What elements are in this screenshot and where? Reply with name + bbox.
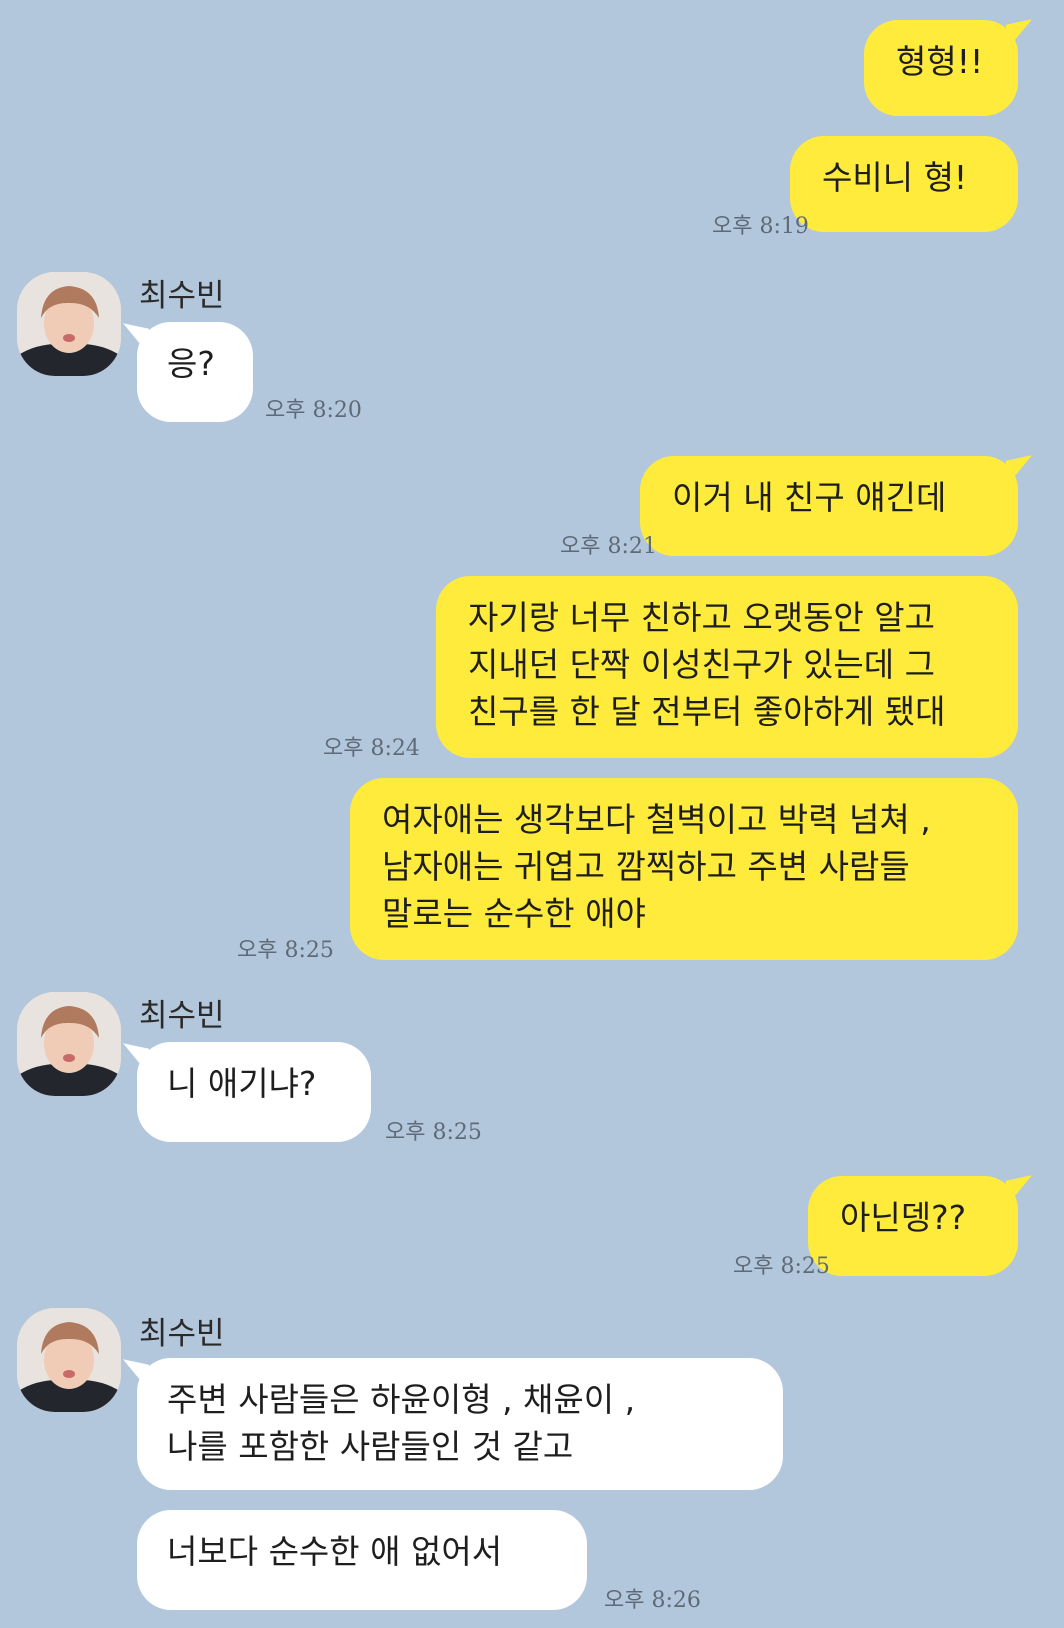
their-message-bubble[interactable]: 주변 사람들은 하윤이형 , 채윤이 , 나를 포함한 사람들인 것 같고 [137, 1358, 783, 1490]
avatar-photo-icon [17, 992, 121, 1096]
sender-name: 최수빈 [139, 278, 225, 314]
message-time: 오후 8:25 [733, 1254, 830, 1279]
message-time: 오후 8:26 [604, 1588, 701, 1613]
message-time: 오후 8:21 [560, 534, 657, 559]
message-time: 오후 8:24 [323, 736, 420, 761]
their-message-bubble[interactable]: 너보다 순수한 애 없어서 [137, 1510, 587, 1610]
sender-name: 최수빈 [139, 998, 225, 1034]
message-time: 오후 8:25 [385, 1120, 482, 1145]
message-time: 오후 8:20 [265, 398, 362, 423]
my-message-bubble[interactable]: 아닌뎅?? [808, 1176, 1018, 1276]
their-message-bubble[interactable]: 니 애기냐? [137, 1042, 371, 1142]
message-time: 오후 8:19 [712, 214, 809, 239]
my-message-bubble[interactable]: 이거 내 친구 얘긴데 [640, 456, 1018, 556]
avatar-photo-icon [17, 272, 121, 376]
contact-avatar[interactable] [17, 1308, 121, 1412]
avatar-photo-icon [17, 1308, 121, 1412]
message-time: 오후 8:25 [237, 938, 334, 963]
sender-name: 최수빈 [139, 1316, 225, 1352]
contact-avatar[interactable] [17, 272, 121, 376]
their-message-bubble[interactable]: 응? [137, 322, 253, 422]
my-message-bubble[interactable]: 형형!! [864, 20, 1018, 116]
contact-avatar[interactable] [17, 992, 121, 1096]
chat-area[interactable]: 형형!! 수비니 형! 오후 8:19 최수빈 응? 오후 8:20 이거 내 … [0, 0, 1064, 1628]
my-message-bubble[interactable]: 여자애는 생각보다 철벽이고 박력 넘쳐 , 남자애는 귀엽고 깜찍하고 주변 … [350, 778, 1018, 960]
my-message-bubble[interactable]: 자기랑 너무 친하고 오랫동안 알고 지내던 단짝 이성친구가 있는데 그 친구… [436, 576, 1018, 758]
my-message-bubble[interactable]: 수비니 형! [790, 136, 1018, 232]
